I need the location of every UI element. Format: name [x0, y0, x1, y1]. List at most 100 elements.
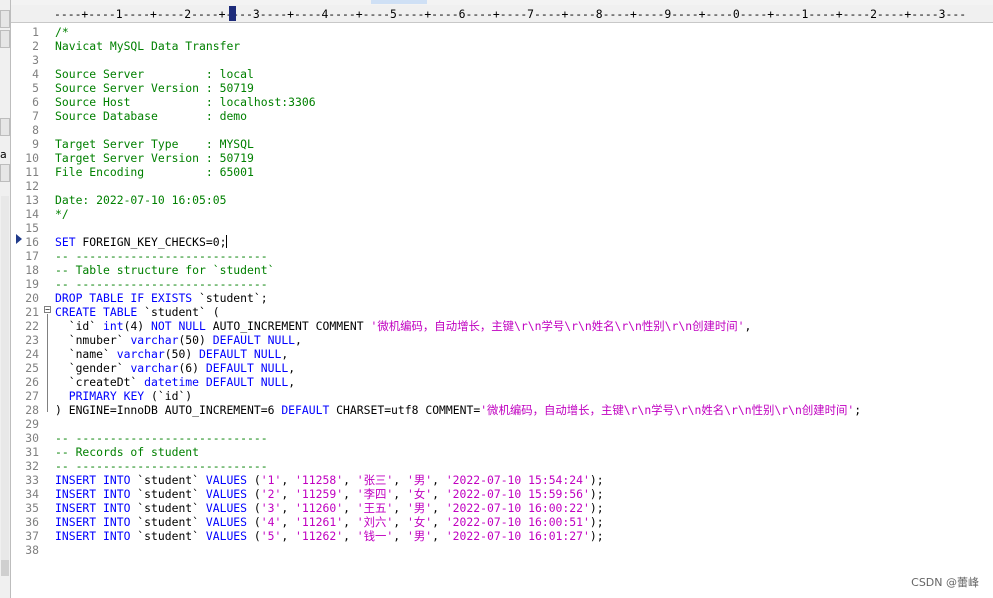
code-token-text: , — [288, 375, 296, 389]
code-token-text: , — [281, 501, 296, 515]
code-token-string: '2' — [260, 487, 282, 501]
code-token-keyword: DEFAULT NULL — [205, 375, 289, 389]
code-text: INSERT INTO `student` VALUES ('2', '1125… — [55, 487, 604, 501]
code-token-text: ); — [589, 529, 604, 543]
code-token-string: '2022-07-10 16:00:51' — [445, 515, 590, 529]
code-token-string: '11259' — [295, 487, 344, 501]
code-token-text: , — [393, 515, 407, 529]
code-token-comment: Source Server Version : 50719 — [55, 81, 254, 95]
code-token-keyword: varchar — [130, 361, 179, 375]
code-token-string: '刘六' — [356, 515, 394, 529]
code-token-text: FOREIGN_KEY_CHECKS=0; — [75, 235, 227, 249]
text-caret — [226, 235, 228, 248]
code-token-keyword: VALUES — [205, 529, 248, 543]
code-token-text: , — [281, 487, 296, 501]
toolbar-highlight[interactable] — [371, 0, 427, 4]
line-number: 24 — [25, 347, 39, 361]
code-token-text: CHARSET=utf8 COMMENT= — [329, 403, 481, 417]
code-token-text: , — [432, 501, 446, 515]
code-token-keyword: INSERT INTO — [55, 501, 131, 515]
line-number: 10 — [25, 151, 39, 165]
line-number: 31 — [25, 445, 39, 459]
code-token-string: '2022-07-10 15:54:24' — [445, 473, 590, 487]
line-number: 7 — [32, 109, 39, 123]
code-token-text: ); — [589, 487, 604, 501]
code-text: -- ---------------------------- — [55, 249, 268, 263]
code-token-string: '男' — [407, 529, 433, 543]
code-token-text: (4) — [123, 319, 152, 333]
line-number: 27 — [25, 389, 39, 403]
code-token-text: `name` — [55, 347, 117, 361]
code-token-text: , — [281, 473, 296, 487]
code-token-comment: -- ---------------------------- — [55, 277, 268, 291]
line-number: 13 — [25, 193, 39, 207]
code-token-comment: Navicat MySQL Data Transfer — [55, 39, 241, 53]
code-token-string: '11262' — [295, 529, 344, 543]
code-token-text: ); — [589, 501, 604, 515]
code-text: SET FOREIGN_KEY_CHECKS=0; — [55, 235, 228, 249]
code-token-keyword: varchar — [116, 347, 165, 361]
code-token-string: '2022-07-10 15:59:56' — [445, 487, 590, 501]
left-panel-tab[interactable] — [0, 10, 10, 28]
code-token-comment: -- ---------------------------- — [55, 459, 268, 473]
code-token-text: , — [343, 529, 357, 543]
code-token-string: '1' — [260, 473, 282, 487]
code-token-text: , — [393, 529, 407, 543]
code-token-text: , — [744, 319, 752, 333]
code-token-keyword: SET — [55, 235, 76, 249]
line-number: 12 — [25, 179, 39, 193]
code-token-comment: Target Server Version : 50719 — [55, 151, 254, 165]
left-panel-tab[interactable] — [0, 118, 10, 136]
code-token-text: `student` — [130, 515, 206, 529]
code-token-keyword: DROP TABLE IF EXISTS — [55, 291, 193, 305]
code-text: File Encoding : 65001 — [55, 165, 254, 179]
code-token-text: , — [432, 515, 446, 529]
code-token-string: '2022-07-10 16:00:22' — [445, 501, 590, 515]
line-number: 37 — [25, 529, 39, 543]
code-text: INSERT INTO `student` VALUES ('1', '1125… — [55, 473, 604, 487]
code-token-keyword: INSERT INTO — [55, 515, 131, 529]
line-number: 29 — [25, 417, 39, 431]
code-token-text: ); — [589, 515, 604, 529]
line-number: 11 — [25, 165, 39, 179]
code-text: Source Server : local — [55, 67, 254, 81]
code-text: -- ---------------------------- — [55, 277, 268, 291]
code-token-keyword: DEFAULT — [281, 403, 330, 417]
code-editor[interactable]: − 1 /* 2 Navicat MySQL Data Transfer 3 4 Sourc… — [11, 23, 993, 598]
code-token-comment: Source Database : demo — [55, 109, 248, 123]
left-panel-tab[interactable] — [0, 30, 10, 48]
fold-toggle-icon[interactable]: − — [44, 306, 51, 314]
code-token-text: ); — [589, 473, 604, 487]
code-token-text: `student` ( — [137, 305, 220, 319]
left-panel-tab[interactable] — [0, 164, 10, 182]
code-token-text: , — [432, 529, 446, 543]
line-number: 22 — [25, 319, 39, 333]
code-token-text: `gender` — [55, 361, 131, 375]
left-panel-scroll-thumb[interactable] — [1, 560, 9, 576]
line-number: 2 — [32, 39, 39, 53]
code-token-keyword: VALUES — [205, 515, 248, 529]
line-number: 18 — [25, 263, 39, 277]
ruler-caret-marker — [229, 6, 236, 21]
code-text: Navicat MySQL Data Transfer — [55, 39, 240, 53]
code-token-text: , — [288, 361, 296, 375]
code-token-string: '11260' — [295, 501, 344, 515]
code-token-string: '张三' — [356, 473, 394, 487]
code-token-text: ; — [854, 403, 862, 417]
code-token-text: , — [343, 515, 357, 529]
code-token-keyword: CREATE TABLE — [55, 305, 138, 319]
code-token-text: , — [393, 501, 407, 515]
code-token-string: '李四' — [356, 487, 394, 501]
code-token-text: `createDt` — [55, 375, 145, 389]
code-token-text: ( — [247, 487, 261, 501]
code-token-text: `student` — [130, 501, 206, 515]
code-token-string: '3' — [260, 501, 282, 515]
code-token-text: `student` — [130, 529, 206, 543]
code-token-text: , — [432, 487, 446, 501]
code-token-text: (50) — [164, 347, 200, 361]
code-text: DROP TABLE IF EXISTS `student`; — [55, 291, 268, 305]
code-token-comment: Source Host : localhost:3306 — [55, 95, 316, 109]
left-panel-scrollbar[interactable] — [1, 196, 9, 576]
